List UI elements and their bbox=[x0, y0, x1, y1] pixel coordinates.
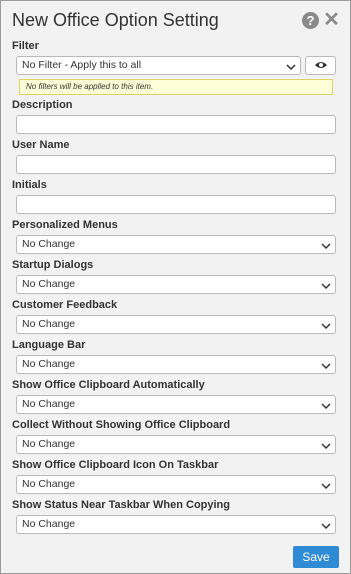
clipboard-icon-taskbar-select[interactable]: No Change bbox=[16, 475, 336, 494]
dialog-title: New Office Option Setting bbox=[12, 10, 219, 30]
help-icon[interactable]: ? bbox=[302, 12, 319, 29]
save-button[interactable]: Save bbox=[293, 546, 339, 568]
title-icons: ? ✕ bbox=[302, 10, 340, 30]
chevron-down-icon bbox=[321, 280, 331, 297]
user-name-label: User Name bbox=[12, 139, 70, 151]
select-value: No Change bbox=[22, 358, 76, 370]
clipboard-icon-taskbar-label: Show Office Clipboard Icon On Taskbar bbox=[12, 459, 219, 471]
chevron-down-icon bbox=[321, 400, 331, 417]
language-bar-label: Language Bar bbox=[12, 339, 86, 351]
close-icon[interactable]: ✕ bbox=[323, 10, 340, 30]
select-value: No Change bbox=[22, 318, 76, 330]
collect-without-clipboard-label: Collect Without Showing Office Clipboard bbox=[12, 419, 231, 431]
chevron-down-icon bbox=[321, 320, 331, 337]
personalized-menus-label: Personalized Menus bbox=[12, 219, 118, 231]
select-value: No Change bbox=[22, 518, 76, 530]
chevron-down-icon bbox=[321, 480, 331, 497]
select-value: No Change bbox=[22, 398, 76, 410]
chevron-down-icon bbox=[321, 240, 331, 257]
status-near-taskbar-label: Show Status Near Taskbar When Copying bbox=[12, 499, 230, 511]
filter-hint: No filters will be applied to this item. bbox=[19, 79, 333, 95]
select-value: No Change bbox=[22, 278, 76, 290]
filter-select[interactable]: No Filter - Apply this to all bbox=[16, 56, 301, 75]
select-value: No Change bbox=[22, 238, 76, 250]
filter-label: Filter bbox=[12, 40, 39, 52]
status-near-taskbar-select[interactable]: No Change bbox=[16, 515, 336, 534]
eye-icon bbox=[314, 57, 328, 75]
startup-dialogs-select[interactable]: No Change bbox=[16, 275, 336, 294]
show-clipboard-auto-label: Show Office Clipboard Automatically bbox=[12, 379, 205, 391]
personalized-menus-select[interactable]: No Change bbox=[16, 235, 336, 254]
dialog-panel: New Office Option Setting ? ✕ Filter No … bbox=[0, 0, 351, 574]
filter-select-value: No Filter - Apply this to all bbox=[22, 59, 142, 71]
initials-input[interactable] bbox=[16, 195, 336, 214]
select-value: No Change bbox=[22, 478, 76, 490]
chevron-down-icon bbox=[321, 520, 331, 537]
customer-feedback-label: Customer Feedback bbox=[12, 299, 118, 311]
description-input[interactable] bbox=[16, 115, 336, 134]
show-clipboard-auto-select[interactable]: No Change bbox=[16, 395, 336, 414]
chevron-down-icon bbox=[321, 440, 331, 457]
chevron-down-icon bbox=[321, 360, 331, 377]
description-label: Description bbox=[12, 99, 73, 111]
customer-feedback-select[interactable]: No Change bbox=[16, 315, 336, 334]
user-name-input[interactable] bbox=[16, 155, 336, 174]
language-bar-select[interactable]: No Change bbox=[16, 355, 336, 374]
chevron-down-icon bbox=[286, 61, 296, 78]
initials-label: Initials bbox=[12, 179, 47, 191]
select-value: No Change bbox=[22, 438, 76, 450]
collect-without-clipboard-select[interactable]: No Change bbox=[16, 435, 336, 454]
startup-dialogs-label: Startup Dialogs bbox=[12, 259, 94, 271]
filter-preview-button[interactable] bbox=[305, 56, 336, 75]
